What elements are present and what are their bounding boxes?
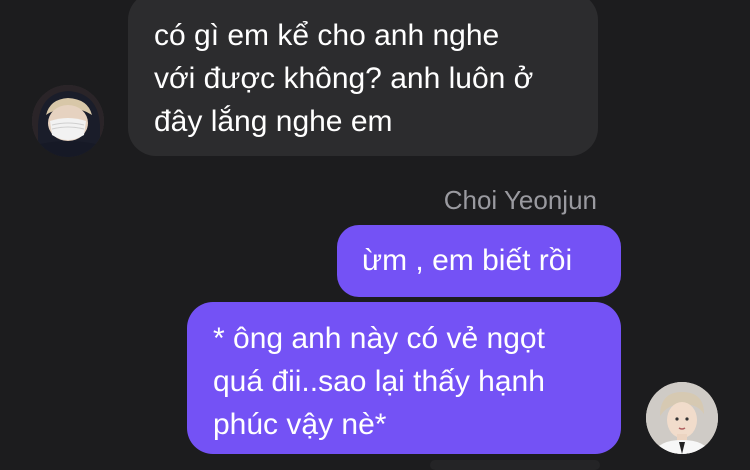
incoming-message-bubble[interactable]: có gì em kể cho anh nghe với được không?…	[128, 0, 598, 156]
sender-avatar[interactable]	[32, 85, 104, 157]
chat-thread[interactable]: có gì em kể cho anh nghe với được không?…	[0, 0, 750, 470]
user-avatar[interactable]	[646, 382, 718, 454]
outgoing-message-bubble[interactable]: ừm , em biết rồi	[337, 225, 621, 297]
sender-name: Choi Yeonjun	[443, 185, 597, 215]
partial-next-element	[430, 460, 600, 470]
outgoing-message-bubble[interactable]: * ông anh này có vẻ ngọt quá đii..sao lạ…	[187, 302, 621, 454]
masked-person-avatar-icon	[32, 85, 104, 157]
person-avatar-icon	[646, 382, 718, 454]
